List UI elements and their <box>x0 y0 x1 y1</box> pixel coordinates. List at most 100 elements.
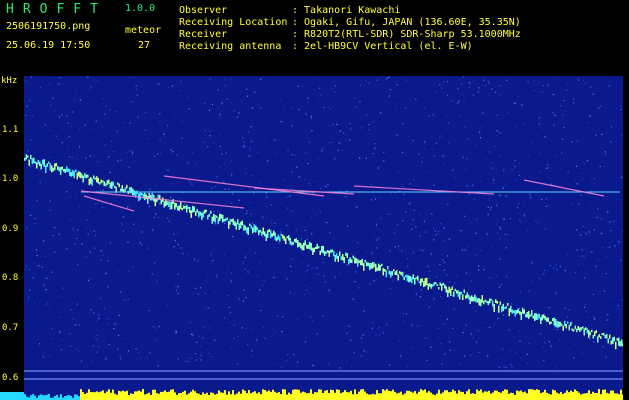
noise-speck <box>586 159 588 162</box>
signal-point <box>90 177 92 184</box>
signal-point <box>621 339 623 347</box>
noise-speck <box>196 341 198 343</box>
signal-point <box>456 290 458 294</box>
noise-speck <box>137 116 139 118</box>
noise-speck <box>540 152 542 154</box>
noise-speck <box>588 131 590 133</box>
noise-speck <box>323 106 325 109</box>
noise-speck <box>177 243 179 246</box>
noise-speck <box>576 183 578 185</box>
noise-speck <box>380 112 382 114</box>
level-bar-segment <box>398 392 400 400</box>
noise-speck <box>465 324 467 326</box>
level-bar-segment <box>92 392 94 400</box>
noise-speck <box>217 326 219 328</box>
noise-speck <box>350 128 352 130</box>
noise-speck <box>441 281 443 283</box>
level-bar-segment <box>284 389 286 400</box>
noise-speck <box>111 140 113 142</box>
noise-speck <box>49 200 51 202</box>
level-bar-segment <box>532 389 534 400</box>
noise-speck <box>487 355 489 357</box>
noise-speck <box>403 193 405 195</box>
noise-speck <box>587 316 590 318</box>
hrofft-window: HROFFT 1.0.0 2506191750.png 25.06.19 17:… <box>0 0 629 400</box>
noise-speck <box>559 168 561 170</box>
noise-speck <box>436 276 438 278</box>
level-bar-segment <box>388 390 390 400</box>
signal-point <box>267 230 269 238</box>
signal-point <box>468 294 470 300</box>
noise-speck <box>378 327 380 329</box>
noise-speck <box>563 99 565 102</box>
noise-speck <box>498 162 500 164</box>
noise-speck <box>36 200 38 202</box>
noise-speck <box>446 95 449 97</box>
level-bar-segment <box>406 390 408 400</box>
noise-speck <box>79 205 81 207</box>
noise-speck <box>395 103 397 105</box>
level-bar-segment <box>302 391 304 400</box>
signal-point <box>454 288 456 292</box>
signal-point <box>354 257 356 264</box>
noise-speck <box>412 252 414 254</box>
noise-speck <box>102 203 104 205</box>
level-bar-segment <box>260 394 262 400</box>
signal-point <box>568 324 570 331</box>
signal-point <box>214 214 216 223</box>
noise-speck <box>154 327 156 329</box>
noise-speck <box>69 196 71 198</box>
level-bar-segment <box>324 390 326 400</box>
noise-speck <box>448 238 450 240</box>
noise-speck <box>503 218 505 220</box>
noise-speck <box>438 230 440 233</box>
noise-speck <box>302 85 304 87</box>
signal-point <box>553 317 555 326</box>
noise-speck <box>527 81 529 83</box>
noise-speck <box>491 245 493 247</box>
noise-speck <box>518 203 520 205</box>
noise-speck <box>238 298 240 300</box>
noise-speck <box>77 229 79 231</box>
level-bar-segment <box>66 395 68 400</box>
level-bar-segment <box>502 391 504 400</box>
level-bar-segment <box>336 389 338 400</box>
level-bar-segment <box>482 392 484 400</box>
noise-speck <box>381 80 383 82</box>
noise-speck <box>53 251 56 253</box>
noise-speck <box>112 151 115 153</box>
noise-speck <box>174 239 176 242</box>
noise-speck <box>582 80 584 82</box>
noise-speck <box>354 281 356 283</box>
signal-point <box>328 250 330 257</box>
signal-point <box>514 310 516 317</box>
noise-speck <box>527 156 530 158</box>
noise-speck <box>554 114 556 116</box>
noise-speck <box>505 247 507 249</box>
signal-point <box>381 263 383 267</box>
signal-point <box>180 201 182 209</box>
noise-speck <box>94 247 96 249</box>
noise-speck <box>391 280 393 282</box>
noise-speck <box>610 126 613 128</box>
noise-speck <box>509 350 512 352</box>
noise-speck <box>487 206 489 208</box>
noise-speck <box>514 159 516 162</box>
noise-speck <box>148 138 150 140</box>
signal-point <box>477 298 479 303</box>
signal-point <box>442 282 444 286</box>
level-bar-segment <box>384 390 386 400</box>
noise-speck <box>39 169 41 171</box>
noise-speck <box>406 353 408 355</box>
noise-speck <box>595 265 597 268</box>
noise-speck <box>499 194 501 196</box>
noise-speck <box>45 304 47 306</box>
noise-speck <box>443 323 445 325</box>
noise-speck <box>211 103 213 105</box>
noise-speck <box>542 85 544 87</box>
noise-speck <box>25 268 27 270</box>
noise-speck <box>373 280 375 282</box>
noise-speck <box>270 204 272 206</box>
signal-point <box>594 331 596 337</box>
noise-speck <box>250 213 252 215</box>
